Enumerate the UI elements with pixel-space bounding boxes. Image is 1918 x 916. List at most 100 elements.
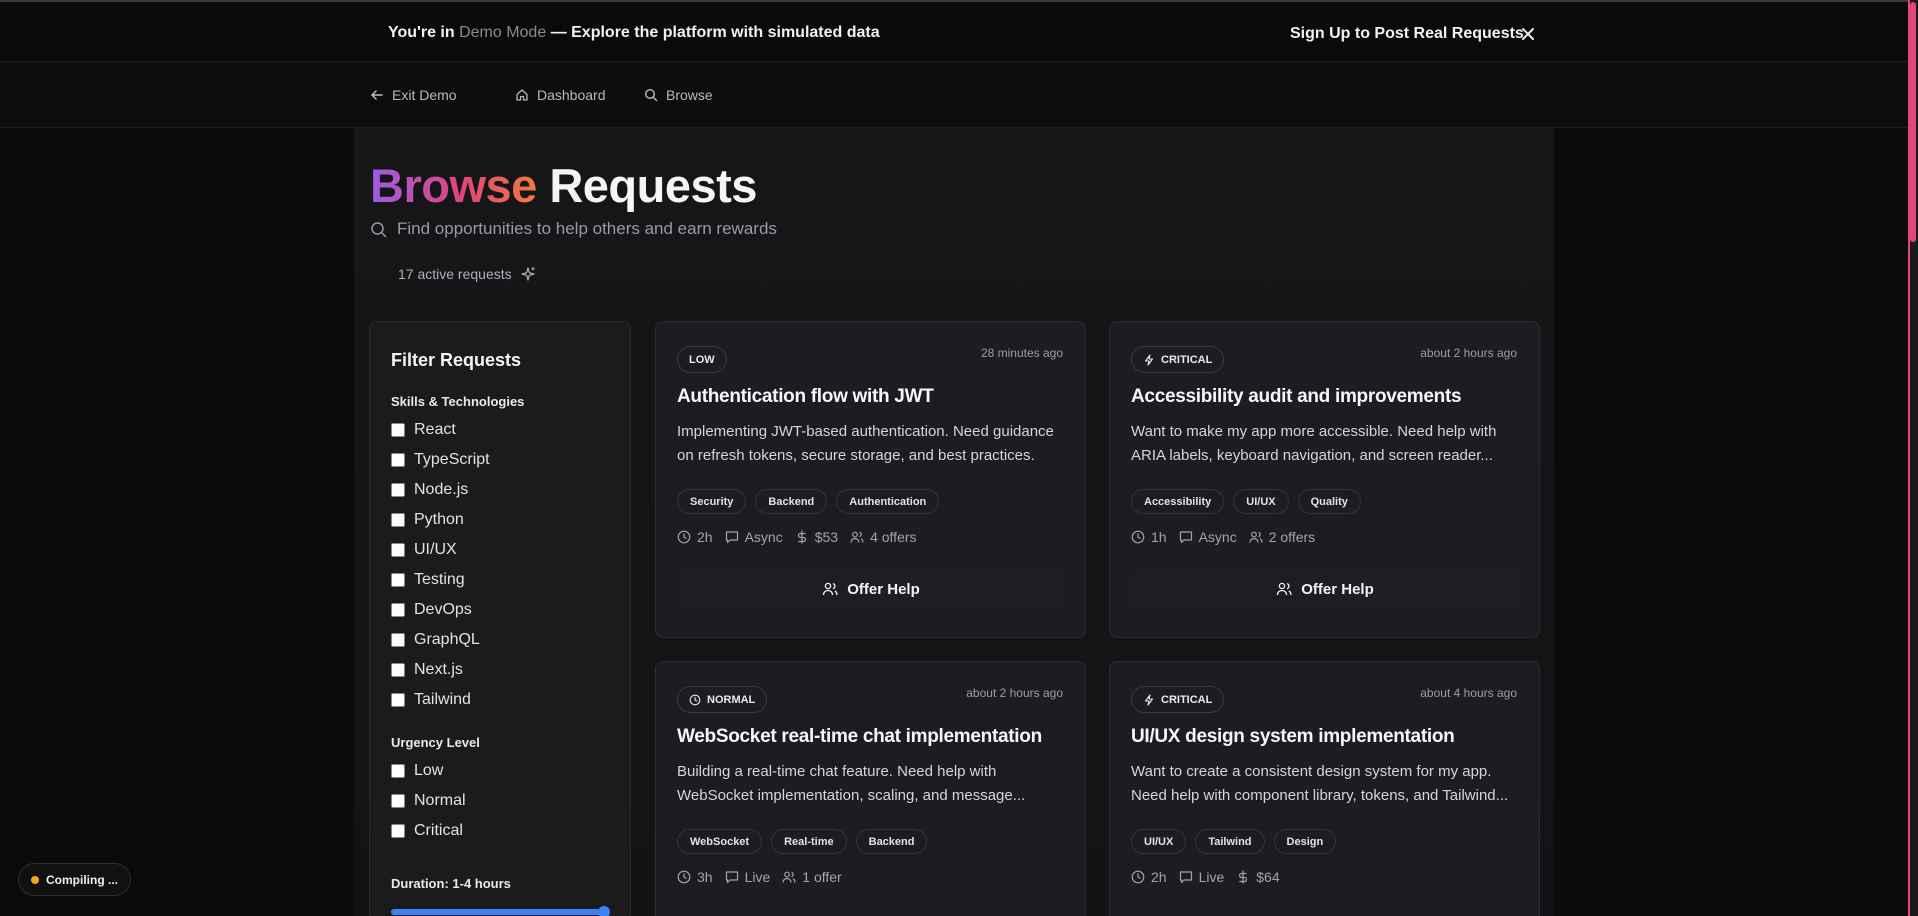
- message-icon: [1179, 531, 1192, 544]
- tag[interactable]: Real-time: [771, 829, 847, 854]
- skill-label: Tailwind: [414, 691, 471, 708]
- compiling-indicator[interactable]: Compiling ...: [18, 863, 131, 896]
- tag[interactable]: Backend: [855, 829, 928, 854]
- tag[interactable]: UI/UX: [1131, 829, 1187, 854]
- skill-filter-uiux[interactable]: UI/UX: [391, 541, 457, 559]
- checkbox[interactable]: [391, 693, 405, 707]
- duration-meta: 3h: [677, 869, 713, 885]
- skill-filter-nodejs[interactable]: Node.js: [391, 481, 468, 499]
- checkbox[interactable]: [391, 513, 405, 527]
- tag[interactable]: Tailwind: [1195, 829, 1265, 854]
- checkbox[interactable]: [391, 824, 405, 838]
- mode-text: Live: [744, 869, 771, 885]
- dollar-icon: [797, 530, 806, 544]
- mode-meta: Async: [1179, 529, 1237, 545]
- page-title-accent: Browse: [370, 159, 537, 212]
- message-icon: [725, 531, 738, 544]
- checkbox[interactable]: [391, 483, 405, 497]
- page-subtitle: Find opportunities to help others and ea…: [370, 219, 777, 239]
- request-card[interactable]: LOW 28 minutes ago Authentication flow w…: [655, 321, 1086, 638]
- skill-label: Testing: [414, 571, 465, 588]
- duration-label: Duration: 1-4 hours: [391, 876, 511, 891]
- offer-help-button[interactable]: Offer Help: [1131, 567, 1519, 611]
- checkbox[interactable]: [391, 573, 405, 587]
- skill-label: Next.js: [414, 661, 463, 678]
- browse-link[interactable]: Browse: [644, 87, 713, 103]
- tag[interactable]: Backend: [755, 489, 828, 514]
- duration-text: 3h: [697, 869, 713, 885]
- urgency-filter-normal[interactable]: Normal: [391, 792, 466, 810]
- offer-help-label: Offer Help: [1301, 580, 1374, 598]
- active-requests-count: 17 active requests: [398, 266, 536, 282]
- demo-banner-message: You're in Demo Mode — Explore the platfo…: [388, 24, 880, 42]
- message-icon: [725, 871, 738, 884]
- checkbox[interactable]: [391, 794, 405, 808]
- checkbox[interactable]: [391, 423, 405, 437]
- duration-slider[interactable]: [391, 906, 610, 916]
- skill-label: DevOps: [414, 601, 472, 618]
- posted-time: about 2 hours ago: [966, 686, 1063, 700]
- offers-text: 1 offer: [802, 869, 842, 885]
- scrollbar-thumb[interactable]: [1910, 2, 1916, 242]
- skill-filter-typescript[interactable]: TypeScript: [391, 451, 490, 469]
- offers-meta: 1 offer: [782, 869, 842, 885]
- slider-handle[interactable]: [598, 906, 610, 916]
- tag[interactable]: Design: [1273, 829, 1337, 854]
- checkbox[interactable]: [391, 603, 405, 617]
- duration-meta: 2h: [1131, 869, 1167, 885]
- dashboard-link[interactable]: Dashboard: [515, 87, 606, 103]
- skill-filter-testing[interactable]: Testing: [391, 571, 465, 589]
- checkbox[interactable]: [391, 543, 405, 557]
- request-card[interactable]: CRITICAL about 4 hours ago UI/UX design …: [1109, 661, 1540, 916]
- message-icon: [1179, 871, 1192, 884]
- active-count-text: 17 active requests: [398, 266, 512, 282]
- skill-filter-python[interactable]: Python: [391, 511, 464, 529]
- tag[interactable]: Authentication: [836, 489, 940, 514]
- urgency-label: Critical: [414, 822, 463, 839]
- exit-demo-label: Exit Demo: [392, 87, 457, 103]
- tag-list: Accessibility UI/UX Quality: [1131, 489, 1361, 514]
- offer-help-button[interactable]: Offer Help: [677, 567, 1065, 611]
- card-title[interactable]: Accessibility audit and improvements: [1131, 386, 1462, 408]
- card-description: Building a real-time chat feature. Need …: [677, 763, 1026, 804]
- checkbox[interactable]: [391, 663, 405, 677]
- urgency-badge: NORMAL: [677, 686, 768, 713]
- compiling-text: Compiling ...: [46, 872, 118, 887]
- signup-link[interactable]: Sign Up to Post Real Requests: [1290, 25, 1524, 43]
- filter-title: Filter Requests: [391, 350, 522, 370]
- request-card[interactable]: CRITICAL about 2 hours ago Accessibility…: [1109, 321, 1540, 638]
- offers-text: 2 offers: [1268, 529, 1316, 545]
- arrow-left-icon: [371, 90, 383, 100]
- tag[interactable]: WebSocket: [677, 829, 763, 854]
- skill-label: Python: [414, 511, 464, 528]
- skill-filter-nextjs[interactable]: Next.js: [391, 661, 463, 679]
- card-title[interactable]: UI/UX design system implementation: [1131, 726, 1455, 748]
- exit-demo-link[interactable]: Exit Demo: [370, 87, 457, 103]
- tag[interactable]: Security: [677, 489, 747, 514]
- urgency-label: Low: [414, 762, 444, 779]
- urgency-filter-low[interactable]: Low: [391, 762, 443, 780]
- checkbox[interactable]: [391, 633, 405, 647]
- skill-filter-devops[interactable]: DevOps: [391, 601, 472, 619]
- mode-text: Live: [1198, 869, 1225, 885]
- tag[interactable]: UI/UX: [1233, 489, 1289, 514]
- card-description: Want to make my app more accessible. Nee…: [1131, 423, 1497, 464]
- top-nav: Exit Demo Dashboard Browse: [0, 62, 1908, 128]
- skill-filter-tailwind[interactable]: Tailwind: [391, 691, 471, 709]
- card-title[interactable]: Authentication flow with JWT: [677, 386, 934, 408]
- duration-text: 1h: [1151, 529, 1167, 545]
- checkbox[interactable]: [391, 764, 405, 778]
- users-icon: [1249, 531, 1263, 543]
- tag[interactable]: Accessibility: [1131, 489, 1225, 514]
- tag[interactable]: Quality: [1297, 489, 1361, 514]
- card-title[interactable]: WebSocket real-time chat implementation: [677, 726, 1042, 748]
- close-icon[interactable]: [1519, 25, 1537, 43]
- posted-time: about 2 hours ago: [1420, 346, 1517, 360]
- skill-filter-react[interactable]: React: [391, 421, 456, 439]
- request-card[interactable]: NORMAL about 2 hours ago WebSocket real-…: [655, 661, 1086, 916]
- urgency-filter-critical[interactable]: Critical: [391, 822, 463, 840]
- skill-filter-graphql[interactable]: GraphQL: [391, 631, 480, 649]
- dollar-icon: [1239, 870, 1248, 884]
- checkbox[interactable]: [391, 453, 405, 467]
- tag-list: UI/UX Tailwind Design: [1131, 829, 1337, 854]
